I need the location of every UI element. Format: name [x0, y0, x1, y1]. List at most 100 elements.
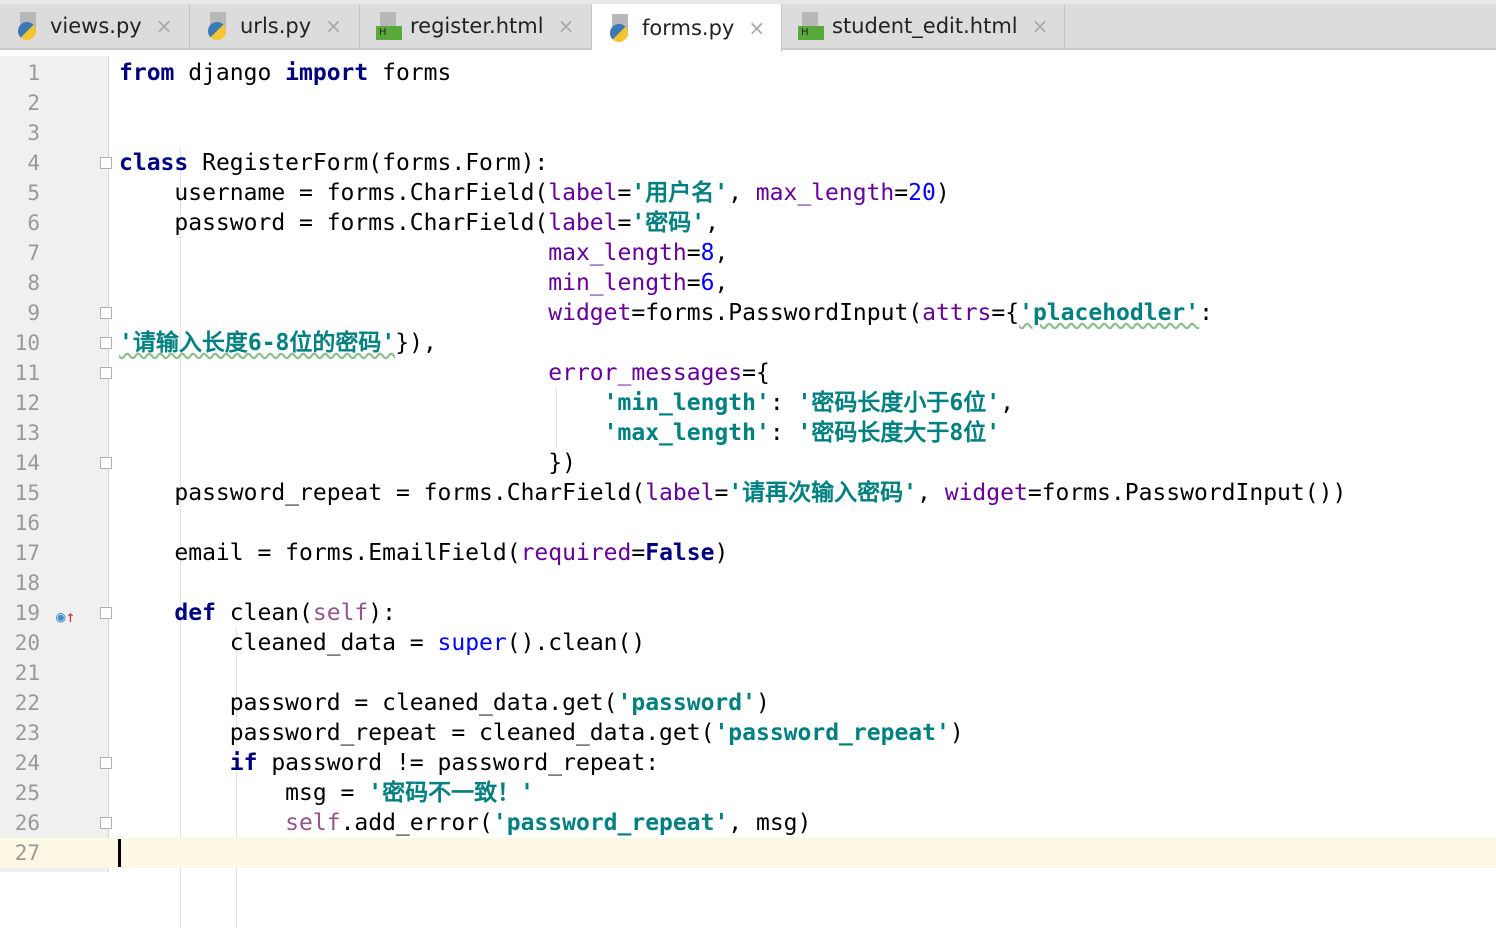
code-token: =	[686, 270, 701, 296]
line-number: 21	[14, 661, 40, 685]
code-token: super	[437, 630, 507, 656]
code-text: '请输入长度6-8位的密码'}),	[119, 328, 437, 358]
code-text: password = cleaned_data.get('password')	[119, 688, 770, 718]
tab-label: forms.py	[642, 16, 735, 40]
fold-marker-icon[interactable]	[100, 817, 112, 829]
line-number: 8	[27, 271, 40, 295]
code-text: email = forms.EmailField(required=False)	[119, 538, 728, 568]
code-token: =	[617, 210, 632, 236]
line-number: 18	[14, 571, 40, 595]
line-number: 7	[27, 241, 40, 265]
code-line: 16	[0, 508, 1496, 538]
code-line: 23 password_repeat = cleaned_data.get('p…	[0, 718, 1496, 748]
code-token: label	[548, 180, 618, 206]
line-number: 4	[27, 151, 40, 175]
code-text: if password != password_repeat:	[119, 748, 659, 778]
fold-marker-icon[interactable]	[100, 757, 112, 769]
code-token: import	[285, 60, 369, 86]
code-token: widget	[548, 300, 632, 326]
html-file-icon: H	[376, 12, 402, 40]
line-number: 2	[27, 91, 40, 115]
line-number: 20	[14, 631, 40, 655]
tab-views-py[interactable]: views.py ×	[0, 4, 190, 48]
code-token: cleaned_data =	[119, 630, 438, 656]
code-line: 3	[0, 118, 1496, 148]
code-line: 5 username = forms.CharField(label='用户名'…	[0, 178, 1496, 208]
code-token: ,	[728, 180, 756, 206]
fold-marker-icon[interactable]	[100, 307, 112, 319]
line-number: 24	[14, 751, 40, 775]
code-line: 26 self.add_error('password_repeat', msg…	[0, 808, 1496, 838]
code-text: 'max_length': '密码长度大于8位'	[119, 418, 1000, 448]
code-token: password_repeat = forms.CharField(	[119, 480, 646, 506]
code-token: password = forms.CharField(	[119, 210, 549, 236]
code-token: django	[174, 60, 286, 86]
code-text: password_repeat = cleaned_data.get('pass…	[119, 718, 964, 748]
code-token: label	[645, 480, 715, 506]
code-token: =	[714, 480, 729, 506]
tab-forms-py[interactable]: forms.py ×	[592, 4, 782, 52]
code-token: :	[769, 420, 798, 446]
line-number: 1	[27, 61, 40, 85]
code-text: min_length=6,	[119, 268, 728, 298]
code-token: label	[548, 210, 618, 236]
close-tab-icon[interactable]: ×	[748, 16, 765, 40]
code-line: 15 password_repeat = forms.CharField(lab…	[0, 478, 1496, 508]
tab-label: register.html	[410, 14, 544, 38]
code-token: =	[894, 180, 909, 206]
line-number: 6	[27, 211, 40, 235]
code-token: '请输入长度6-8位的密码'	[119, 330, 396, 356]
fold-marker-icon[interactable]	[100, 367, 112, 379]
code-token: 20	[908, 180, 936, 206]
fold-marker-icon[interactable]	[100, 457, 112, 469]
code-token: if	[229, 750, 258, 776]
code-token: '密码长度大于8位'	[797, 420, 1001, 446]
close-tab-icon[interactable]: ×	[325, 14, 342, 38]
line-number: 12	[14, 391, 40, 415]
code-token: }),	[395, 330, 437, 356]
code-token: email = forms.EmailField(	[119, 540, 521, 566]
code-token: '请再次输入密码'	[728, 480, 918, 506]
line-number: 27	[14, 841, 40, 865]
code-token: 'password'	[617, 690, 756, 716]
code-token: username = forms.CharField(	[119, 180, 549, 206]
code-token: ,	[714, 240, 729, 266]
tab-urls-py[interactable]: urls.py ×	[190, 4, 360, 48]
close-tab-icon[interactable]: ×	[156, 14, 173, 38]
line-number: 5	[27, 181, 40, 205]
fold-marker-icon[interactable]	[100, 607, 112, 619]
tab-label: urls.py	[240, 14, 312, 38]
code-token: max_length	[755, 180, 895, 206]
code-token: def	[174, 600, 216, 626]
code-token: 'password_repeat'	[714, 720, 950, 746]
tab-student_edit-html[interactable]: Hstudent_edit.html ×	[782, 4, 1065, 48]
fold-marker-icon[interactable]	[100, 337, 112, 349]
code-token: False	[645, 540, 715, 566]
close-tab-icon[interactable]: ×	[558, 14, 575, 38]
code-token: '密码'	[631, 210, 706, 236]
code-text: 'min_length': '密码长度小于6位',	[119, 388, 1014, 418]
tab-label: views.py	[50, 14, 142, 38]
code-editor[interactable]: 1 from django import forms 2 3 4 class Regist…	[0, 56, 1496, 928]
code-token: 'max_length'	[603, 420, 770, 446]
line-number: 15	[14, 481, 40, 505]
code-line: 13 'max_length': '密码长度大于8位'	[0, 418, 1496, 448]
line-number: 25	[14, 781, 40, 805]
code-token: '密码长度小于6位'	[797, 390, 1001, 416]
code-text: cleaned_data = super().clean()	[119, 628, 645, 658]
code-text: max_length=8,	[119, 238, 728, 268]
code-token: =forms.PasswordInput())	[1027, 480, 1347, 506]
code-line: 10 '请输入长度6-8位的密码'}),	[0, 328, 1496, 358]
code-token: '密码不一致！'	[368, 780, 534, 806]
code-token: ,	[714, 270, 729, 296]
code-token: self	[312, 600, 369, 626]
code-token: forms	[368, 60, 452, 86]
fold-marker-icon[interactable]	[100, 157, 112, 169]
close-tab-icon[interactable]: ×	[1032, 14, 1049, 38]
tab-register-html[interactable]: Hregister.html ×	[360, 4, 592, 48]
code-token: password_repeat = cleaned_data.get(	[119, 720, 715, 746]
